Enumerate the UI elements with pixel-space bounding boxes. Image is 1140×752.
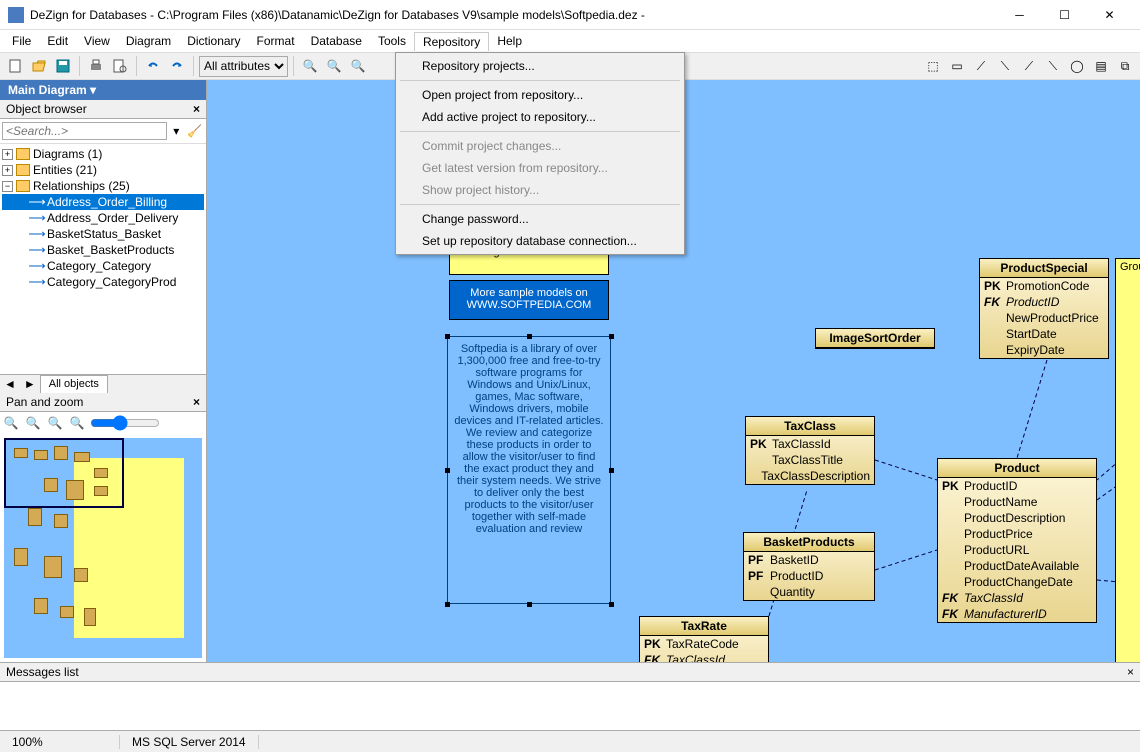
attributes-combo[interactable]: All attributes xyxy=(199,56,288,77)
diagram-title: Main Diagram xyxy=(8,83,87,97)
print-preview-icon[interactable] xyxy=(109,55,131,77)
window-title: DeZign for Databases - C:\Program Files … xyxy=(30,8,997,22)
menu-file[interactable]: File xyxy=(4,32,39,50)
status-db: MS SQL Server 2014 xyxy=(120,735,259,749)
tool-icon[interactable]: ⟍ xyxy=(994,55,1016,77)
panzoom-area[interactable]: 🔍 🔍 🔍 🔍 xyxy=(0,412,206,662)
search-dropdown-icon[interactable]: ▾ xyxy=(167,121,186,141)
tool-icon[interactable]: ⟍ xyxy=(1042,55,1064,77)
menu-item[interactable]: Change password... xyxy=(398,208,682,230)
object-browser-title: Object browser xyxy=(6,102,87,116)
menu-item: Get latest version from repository... xyxy=(398,157,682,179)
panzoom-header: Pan and zoom × xyxy=(0,393,206,412)
tool-icon[interactable]: ⬚ xyxy=(922,55,944,77)
titlebar: DeZign for Databases - C:\Program Files … xyxy=(0,0,1140,30)
menu-item[interactable]: Add active project to repository... xyxy=(398,106,682,128)
tree-item[interactable]: ⟶Address_Order_Billing xyxy=(2,194,204,210)
menu-edit[interactable]: Edit xyxy=(39,32,76,50)
status-zoom: 100% xyxy=(0,735,120,749)
tree-item[interactable]: ⟶Basket_BasketProducts xyxy=(2,242,204,258)
statusbar: 100% MS SQL Server 2014 xyxy=(0,730,1140,752)
menu-help[interactable]: Help xyxy=(489,32,530,50)
close-icon[interactable]: × xyxy=(1127,665,1134,679)
textbox[interactable]: More sample models on WWW.SOFTPEDIA.COM xyxy=(449,280,609,320)
menu-item: Show project history... xyxy=(398,179,682,201)
zoom-out-icon[interactable]: 🔍 xyxy=(24,414,42,432)
groupbox[interactable]: Groupbox1 xyxy=(1115,258,1140,662)
entity-productspecial[interactable]: ProductSpecialPKPromotionCodeFKProductID… xyxy=(979,258,1109,359)
entity-taxrate[interactable]: TaxRatePKTaxRateCodeFKTaxClassIdTaxPrior… xyxy=(639,616,769,662)
search-input[interactable] xyxy=(2,122,167,140)
entity-basketproducts[interactable]: BasketProductsPFBasketIDPFProductIDQuant… xyxy=(743,532,875,601)
menu-database[interactable]: Database xyxy=(303,32,370,50)
tool-icon[interactable]: ◯ xyxy=(1066,55,1088,77)
maximize-button[interactable]: ☐ xyxy=(1042,0,1087,30)
repository-menu: Repository projects... Open project from … xyxy=(395,52,685,255)
entity-product[interactable]: ProductPKProductIDProductNameProductDesc… xyxy=(937,458,1097,623)
close-icon[interactable]: × xyxy=(193,395,200,409)
tab-prev-icon[interactable]: ◄ xyxy=(0,375,20,393)
tree-item[interactable]: ⟶Category_CategoryProd xyxy=(2,274,204,290)
object-tree[interactable]: +Diagrams (1)+Entities (21)−Relationship… xyxy=(0,144,206,374)
minimize-button[interactable]: ─ xyxy=(997,0,1042,30)
redo-icon[interactable] xyxy=(166,55,188,77)
menu-tools[interactable]: Tools xyxy=(370,32,414,50)
clear-search-icon[interactable]: 🧹 xyxy=(186,121,205,141)
zoom-fit-icon[interactable]: 🔍 xyxy=(68,414,86,432)
menu-repository[interactable]: Repository xyxy=(414,32,489,51)
zoom-out-icon[interactable]: 🔍 xyxy=(323,55,345,77)
minimap[interactable] xyxy=(4,438,202,658)
menubar: FileEditViewDiagramDictionaryFormatDatab… xyxy=(0,30,1140,52)
zoom-slider[interactable] xyxy=(90,415,160,431)
menu-dictionary[interactable]: Dictionary xyxy=(179,32,248,50)
tool-icon[interactable]: ⟋ xyxy=(1018,55,1040,77)
close-button[interactable]: ✕ xyxy=(1087,0,1132,30)
textbox[interactable]: Softpedia is a library of over 1,300,000… xyxy=(447,336,611,604)
zoom-fit-icon[interactable]: 🔍 xyxy=(347,55,369,77)
zoom-in-icon[interactable]: 🔍 xyxy=(299,55,321,77)
tool-icon[interactable]: ▭ xyxy=(946,55,968,77)
entity-taxclass[interactable]: TaxClassPKTaxClassIdTaxClassTitleTaxClas… xyxy=(745,416,875,485)
tree-item[interactable]: ⟶Address_Order_Delivery xyxy=(2,210,204,226)
tool-icon[interactable]: ▤ xyxy=(1090,55,1112,77)
tab-all-objects[interactable]: All objects xyxy=(40,375,108,393)
tree-item[interactable]: −Relationships (25) xyxy=(2,178,204,194)
messages-panel: Messages list × xyxy=(0,662,1140,730)
menu-item[interactable]: Repository projects... xyxy=(398,55,682,77)
panzoom-title: Pan and zoom xyxy=(6,395,83,409)
new-icon[interactable] xyxy=(4,55,26,77)
tree-item[interactable]: +Entities (21) xyxy=(2,162,204,178)
tree-item[interactable]: ⟶Category_Category xyxy=(2,258,204,274)
tree-item[interactable]: +Diagrams (1) xyxy=(2,146,204,162)
tool-icon[interactable]: ⟋ xyxy=(970,55,992,77)
tree-item[interactable]: ⟶BasketStatus_Basket xyxy=(2,226,204,242)
save-icon[interactable] xyxy=(52,55,74,77)
open-icon[interactable] xyxy=(28,55,50,77)
menu-item[interactable]: Set up repository database connection... xyxy=(398,230,682,252)
tool-icon[interactable]: ⧉ xyxy=(1114,55,1136,77)
diagram-header[interactable]: Main Diagram ▾ xyxy=(0,80,206,100)
app-icon xyxy=(8,7,24,23)
menu-item: Commit project changes... xyxy=(398,135,682,157)
undo-icon[interactable] xyxy=(142,55,164,77)
zoom-100-icon[interactable]: 🔍 xyxy=(46,414,64,432)
messages-body xyxy=(0,682,1140,730)
menu-view[interactable]: View xyxy=(76,32,118,50)
entity-imagesortorder[interactable]: ImageSortOrder xyxy=(815,328,935,349)
messages-title: Messages list xyxy=(6,665,79,679)
print-icon[interactable] xyxy=(85,55,107,77)
zoom-in-icon[interactable]: 🔍 xyxy=(2,414,20,432)
left-panel: Main Diagram ▾ Object browser × ▾ 🧹 +Dia… xyxy=(0,80,207,662)
object-browser-header: Object browser × xyxy=(0,100,206,119)
menu-diagram[interactable]: Diagram xyxy=(118,32,179,50)
close-icon[interactable]: × xyxy=(193,102,200,116)
menu-format[interactable]: Format xyxy=(249,32,303,50)
tab-next-icon[interactable]: ► xyxy=(20,375,40,393)
menu-item[interactable]: Open project from repository... xyxy=(398,84,682,106)
